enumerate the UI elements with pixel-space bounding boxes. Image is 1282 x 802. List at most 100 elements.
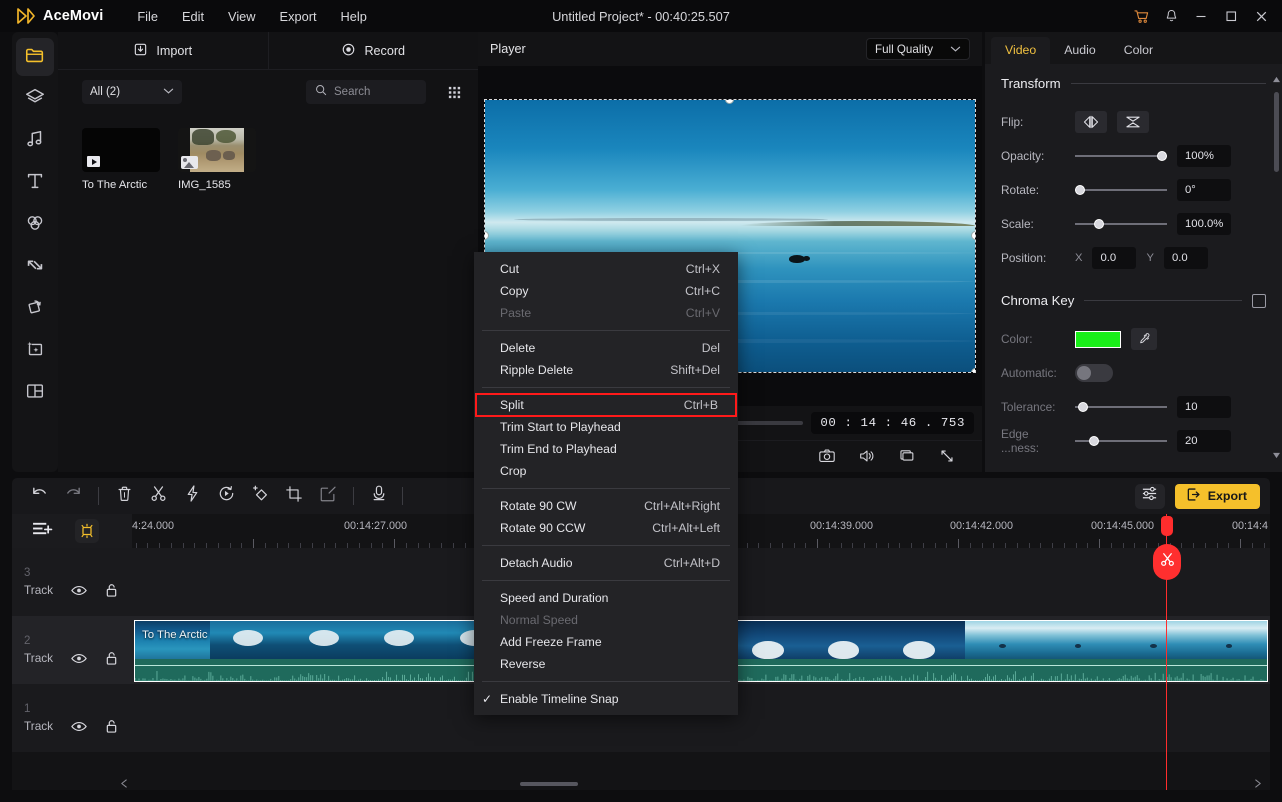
scroll-right-icon[interactable] <box>1254 775 1262 793</box>
context-menu-item[interactable]: CopyCtrl+C <box>474 280 738 302</box>
context-menu-item[interactable]: Add Freeze Frame <box>474 631 738 653</box>
bell-icon[interactable] <box>1156 0 1186 32</box>
slider-knob[interactable] <box>1157 151 1167 161</box>
media-filter-dropdown[interactable]: All (2) <box>82 80 182 104</box>
context-menu-item[interactable]: Rotate 90 CWCtrl+Alt+Right <box>474 495 738 517</box>
context-menu-item[interactable]: Reverse <box>474 653 738 675</box>
context-menu-item[interactable]: Crop <box>474 460 738 482</box>
menu-edit[interactable]: Edit <box>170 5 216 28</box>
delete-button[interactable] <box>107 482 141 510</box>
rail-item-layers[interactable] <box>16 80 54 118</box>
unlock-icon[interactable] <box>105 651 118 666</box>
flip-horizontal-button[interactable] <box>1075 111 1107 133</box>
scroll-down-icon[interactable] <box>1272 446 1281 464</box>
cart-icon[interactable] <box>1126 0 1156 32</box>
flip-vertical-button[interactable] <box>1117 111 1149 133</box>
split-button[interactable] <box>141 482 175 510</box>
scale-slider[interactable] <box>1075 217 1167 231</box>
context-menu-item[interactable]: Detach AudioCtrl+Alt+D <box>474 552 738 574</box>
chroma-key-checkbox[interactable] <box>1252 294 1266 308</box>
rail-item-split-screen[interactable] <box>16 374 54 412</box>
media-item[interactable]: IMG_1585 <box>178 128 256 191</box>
rail-item-animation[interactable] <box>16 290 54 328</box>
context-menu-item[interactable]: Trim Start to Playhead <box>474 416 738 438</box>
keyframe-button[interactable] <box>243 482 277 510</box>
context-menu-item[interactable]: Rotate 90 CCWCtrl+Alt+Left <box>474 517 738 539</box>
add-track-icon[interactable] <box>32 520 53 542</box>
position-y-value[interactable]: 0.0 <box>1164 247 1208 269</box>
tab-color[interactable]: Color <box>1110 37 1167 64</box>
windows-icon[interactable] <box>898 447 916 465</box>
export-button[interactable]: Export <box>1175 484 1260 509</box>
rail-item-media-folder[interactable] <box>16 38 54 76</box>
crop-handle-bottom-right[interactable] <box>971 368 975 372</box>
context-menu-item[interactable]: DeleteDel <box>474 337 738 359</box>
context-menu-item[interactable]: Trim End to Playhead <box>474 438 738 460</box>
playhead-split-button[interactable] <box>1153 544 1181 580</box>
media-search-box[interactable] <box>306 80 426 104</box>
edge-slider[interactable] <box>1075 434 1167 448</box>
undo-button[interactable] <box>22 482 56 510</box>
unlock-icon[interactable] <box>105 583 118 598</box>
rotate-button[interactable] <box>209 482 243 510</box>
context-menu-item[interactable]: ✓Enable Timeline Snap <box>474 688 738 710</box>
context-menu-item[interactable]: CutCtrl+X <box>474 258 738 280</box>
speaker-icon[interactable] <box>858 447 876 465</box>
scroll-left-icon[interactable] <box>120 775 128 793</box>
clip-context-menu[interactable]: CutCtrl+XCopyCtrl+CPasteCtrl+VDeleteDelR… <box>474 252 738 715</box>
grid-view-icon[interactable] <box>442 80 466 104</box>
timeline-horizontal-scrollbar[interactable] <box>12 778 1270 790</box>
redo-button[interactable] <box>56 482 90 510</box>
slider-knob[interactable] <box>1089 436 1099 446</box>
expand-arrows-icon[interactable] <box>938 447 956 465</box>
rail-item-audio[interactable] <box>16 122 54 160</box>
chroma-color-swatch[interactable] <box>1075 331 1121 348</box>
tab-audio[interactable]: Audio <box>1050 37 1109 64</box>
media-item[interactable]: To The Arctic <box>82 128 160 191</box>
marker-icon[interactable] <box>75 519 99 543</box>
minimize-icon[interactable] <box>1186 0 1216 32</box>
camera-icon[interactable] <box>818 447 836 465</box>
tab-record[interactable]: Record <box>268 32 479 69</box>
crop-handle-right[interactable] <box>971 231 975 240</box>
rotate-slider[interactable] <box>1075 183 1167 197</box>
eye-icon[interactable] <box>71 721 87 732</box>
menu-view[interactable]: View <box>216 5 268 28</box>
opacity-value[interactable]: 100% <box>1177 145 1231 167</box>
slider-knob[interactable] <box>1078 402 1088 412</box>
rail-item-effects[interactable] <box>16 332 54 370</box>
slider-knob[interactable] <box>1075 185 1085 195</box>
scrollbar-thumb[interactable] <box>1274 92 1279 172</box>
slider-knob[interactable] <box>1094 219 1104 229</box>
scale-value[interactable]: 100.0% <box>1177 213 1231 235</box>
context-menu-item[interactable]: Speed and Duration <box>474 587 738 609</box>
rail-item-filters[interactable] <box>16 206 54 244</box>
menu-file[interactable]: File <box>125 5 170 28</box>
playhead-handle[interactable] <box>1161 516 1173 536</box>
context-menu-item[interactable]: Ripple DeleteShift+Del <box>474 359 738 381</box>
crop-button[interactable] <box>277 482 311 510</box>
tolerance-slider[interactable] <box>1075 400 1167 414</box>
voiceover-button[interactable] <box>362 482 396 510</box>
crop-handle-top[interactable] <box>725 100 734 104</box>
rail-item-text[interactable] <box>16 164 54 202</box>
menu-export[interactable]: Export <box>268 5 329 28</box>
tab-video[interactable]: Video <box>991 37 1050 64</box>
properties-scrollbar[interactable] <box>1274 74 1279 429</box>
unlock-icon[interactable] <box>105 719 118 734</box>
eye-icon[interactable] <box>71 653 87 664</box>
timeline-settings-button[interactable] <box>1135 484 1165 509</box>
scroll-up-icon[interactable] <box>1272 70 1281 88</box>
maximize-icon[interactable] <box>1216 0 1246 32</box>
edge-value[interactable]: 20 <box>1177 430 1231 452</box>
eyedropper-icon[interactable] <box>1131 328 1157 350</box>
speed-button[interactable] <box>175 482 209 510</box>
rail-item-transitions[interactable] <box>16 248 54 286</box>
edit-button[interactable] <box>311 482 345 510</box>
crop-handle-left[interactable] <box>485 231 489 240</box>
opacity-slider[interactable] <box>1075 149 1167 163</box>
quality-dropdown[interactable]: Full Quality <box>866 38 970 60</box>
context-menu-item[interactable]: SplitCtrl+B <box>476 394 736 416</box>
position-x-value[interactable]: 0.0 <box>1092 247 1136 269</box>
rotate-value[interactable]: 0° <box>1177 179 1231 201</box>
